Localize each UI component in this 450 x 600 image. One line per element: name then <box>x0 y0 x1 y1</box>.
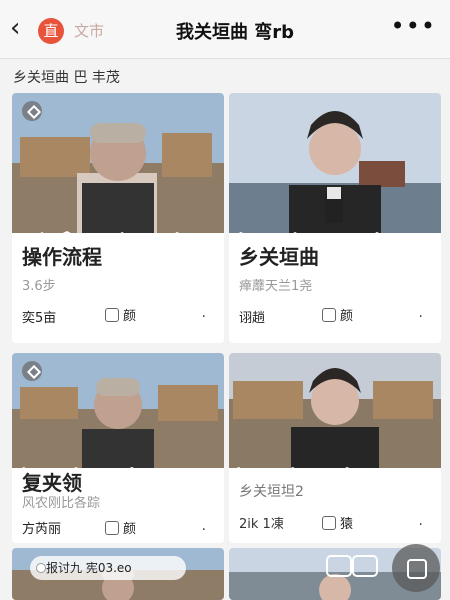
city-label[interactable]: 文市 <box>74 20 104 41</box>
like-icon <box>322 516 336 530</box>
video-card[interactable]: 乡关垣坦2 2ik 1凍 猿 . <box>229 353 441 543</box>
share-icon[interactable] <box>392 544 440 592</box>
section-title: 乡关垣曲 巴 丰茂 <box>13 70 120 86</box>
page-title: 我关垣曲 弯rb <box>175 22 295 43</box>
flag-icon <box>22 101 42 121</box>
card-title: 操作流程 <box>22 245 102 269</box>
card-meta: 2ik 1凍 <box>239 517 284 532</box>
card-title: 乡关垣坦2 <box>239 484 304 500</box>
dot-menu[interactable]: . <box>419 513 423 529</box>
like-button[interactable]: 颜 <box>105 305 136 324</box>
flag-icon <box>22 361 42 381</box>
bottom-status-tag[interactable]: 报讨九 宪03.eo <box>30 556 186 580</box>
like-button[interactable]: 颜 <box>105 518 136 537</box>
like-icon <box>105 521 119 535</box>
like-button[interactable]: 颜 <box>322 305 353 324</box>
card-meta: 风农刚比各踪 <box>22 496 101 511</box>
thumbnail-image <box>12 93 224 233</box>
card-title: 乡关垣曲 <box>239 245 319 269</box>
author-name[interactable]: 方芮丽 <box>22 518 61 537</box>
video-card[interactable]: 操作流程 3.6步 奕5亩 颜 . <box>12 93 224 343</box>
like-icon <box>322 308 336 322</box>
video-card[interactable]: 复夹领 风农刚比各踪 方芮丽 颜 . <box>12 353 224 543</box>
like-button[interactable]: 猿 <box>322 513 353 532</box>
back-icon[interactable]: ‹ <box>10 15 34 41</box>
thumbnail-image <box>229 93 441 233</box>
cc-icon[interactable] <box>326 553 378 579</box>
card-meta: 瘅蘼天兰1尧 <box>239 279 313 294</box>
card-meta: 3.6步 <box>22 279 56 294</box>
author-name[interactable]: 奕5亩 <box>22 307 56 326</box>
top-bar: ‹ 直 文市 我关垣曲 弯rb ••• <box>0 0 450 59</box>
dot-menu[interactable]: . <box>202 305 206 321</box>
video-card[interactable]: 乡关垣曲 瘅蘼天兰1尧 诩趟 颜 . <box>229 93 441 343</box>
dot-menu[interactable]: . <box>202 518 206 534</box>
like-icon <box>105 308 119 322</box>
dot-menu[interactable]: . <box>419 305 423 321</box>
thumbnail-image <box>229 353 441 468</box>
live-badge[interactable]: 直 <box>38 18 64 44</box>
author-name[interactable]: 诩趟 <box>239 307 265 326</box>
more-icon[interactable]: ••• <box>391 12 436 40</box>
thumbnail-image <box>12 353 224 468</box>
